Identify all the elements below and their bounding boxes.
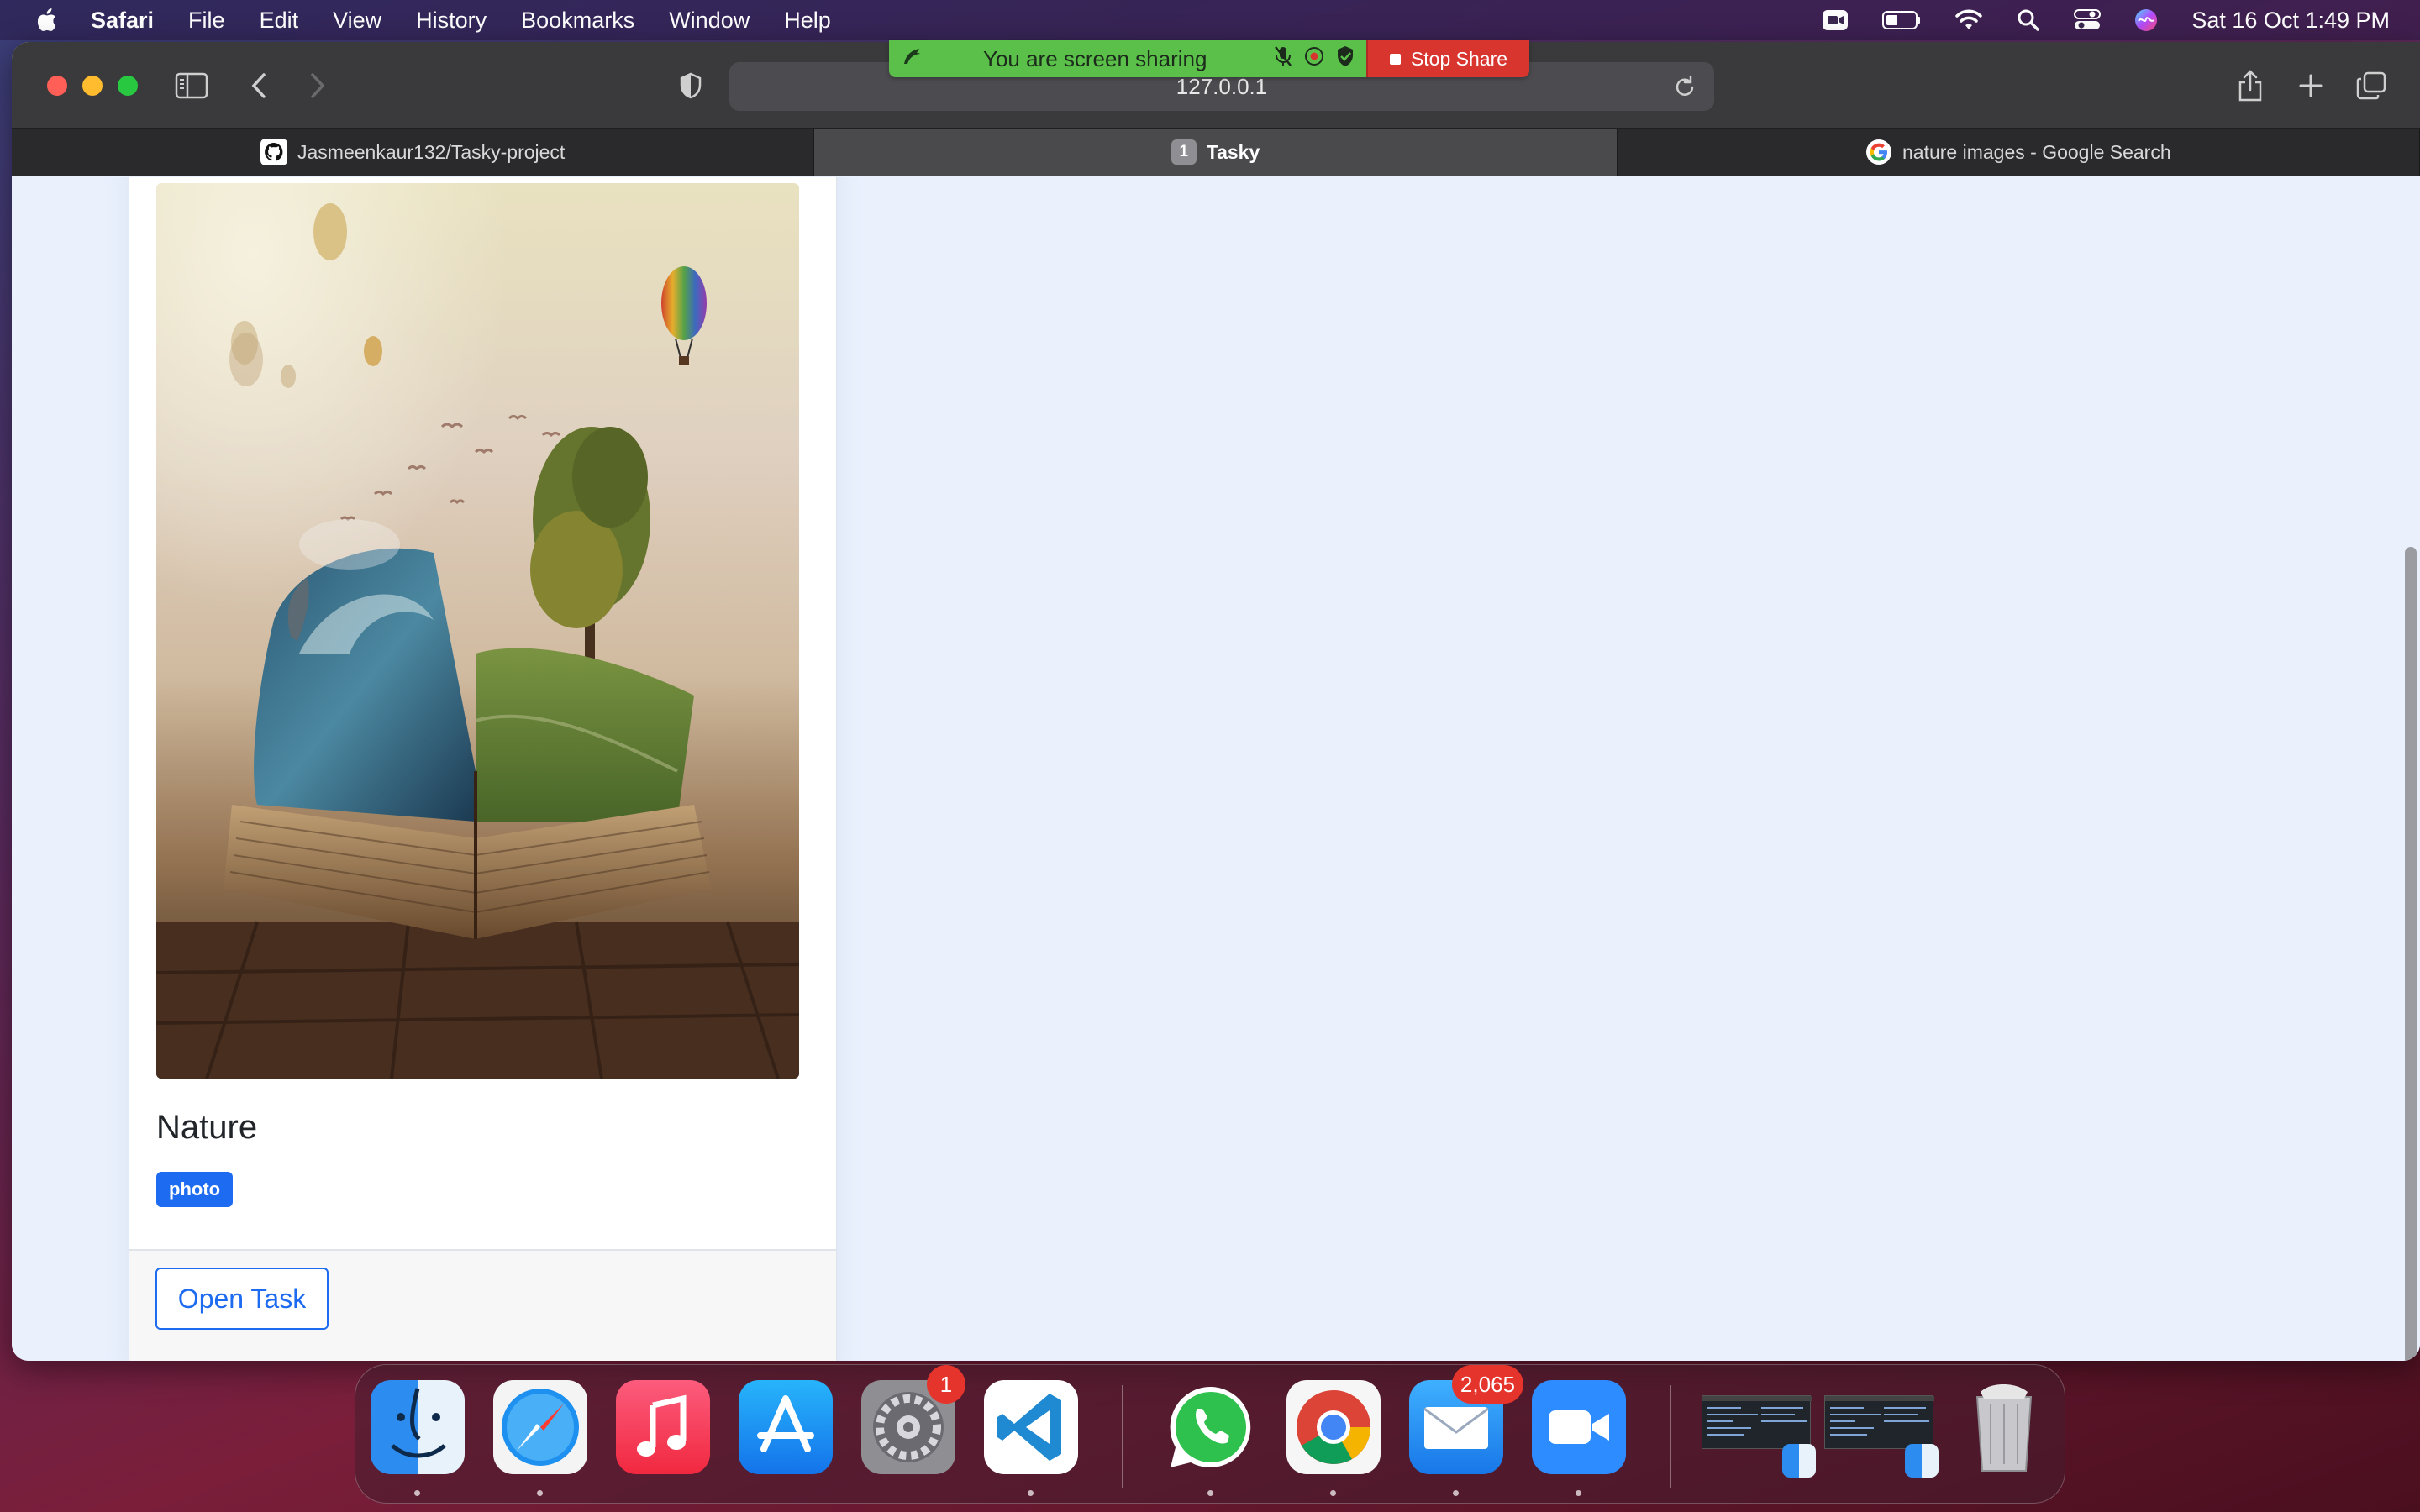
dock-trash[interactable] (1954, 1377, 2054, 1478)
running-indicator (1028, 1490, 1034, 1496)
running-indicator (1207, 1490, 1213, 1496)
task-card: Nature photo Open Task (129, 177, 837, 1361)
github-icon (260, 139, 287, 165)
task-title: Nature (156, 1109, 258, 1146)
dock-mail[interactable]: 2,065 (1406, 1365, 1523, 1496)
finder-badge-icon (1905, 1444, 1939, 1478)
tab-tasky[interactable]: 1 Tasky (814, 129, 1618, 176)
menu-view[interactable]: View (333, 8, 381, 34)
dock: 1 2,065 (355, 1364, 2065, 1504)
reload-icon[interactable] (1674, 75, 1696, 102)
whatsapp-icon (1164, 1380, 1258, 1474)
dock-chrome[interactable] (1283, 1377, 1384, 1496)
siri-icon[interactable] (2134, 8, 2158, 32)
control-center-icon[interactable] (2074, 9, 2102, 31)
fullscreen-window-button[interactable] (118, 76, 138, 96)
google-icon (1865, 139, 1892, 165)
share-icon[interactable] (2230, 66, 2270, 106)
tab-bar: Jasmeenkaur132/Tasky-project 1 Tasky nat… (12, 129, 2420, 176)
tab-overview-icon[interactable] (2351, 66, 2391, 106)
dock-whatsapp[interactable] (1160, 1377, 1261, 1496)
menu-window[interactable]: Window (669, 8, 750, 34)
menu-bar-clock[interactable]: Sat 16 Oct 1:49 PM (2191, 8, 2390, 34)
menu-bar: Safari File Edit View History Bookmarks … (0, 0, 2420, 40)
dock-minimized-window-2[interactable] (1823, 1377, 1939, 1478)
safari-window: 127.0.0.1 Jasmeenkaur132/Tasky-project 1… (12, 42, 2420, 1361)
stop-share-button[interactable]: Stop Share (1366, 40, 1529, 77)
tab-label: Tasky (1206, 140, 1260, 163)
sidebar-toggle-icon[interactable] (171, 66, 212, 106)
dock-separator (1122, 1385, 1123, 1488)
finder-icon (371, 1380, 465, 1474)
menu-history[interactable]: History (416, 8, 487, 34)
url-text: 127.0.0.1 (1176, 74, 1268, 99)
running-indicator (1453, 1490, 1459, 1496)
finder-badge-icon (1782, 1444, 1816, 1478)
vscode-icon (984, 1380, 1078, 1474)
menu-file[interactable]: File (188, 8, 225, 34)
task-tag-badge: photo (156, 1172, 234, 1207)
dock-minimized-window-1[interactable] (1700, 1377, 1816, 1478)
menu-help[interactable]: Help (784, 8, 831, 34)
system-preferences-badge: 1 (927, 1365, 965, 1404)
spotlight-search-icon[interactable] (2017, 8, 2040, 32)
music-icon (616, 1380, 710, 1474)
open-task-button[interactable]: Open Task (155, 1268, 329, 1330)
menu-app-name[interactable]: Safari (91, 8, 154, 34)
screen-share-status[interactable]: You are screen sharing (889, 40, 1366, 77)
screen-share-text: You are screen sharing (983, 45, 1207, 71)
tab-github[interactable]: Jasmeenkaur132/Tasky-project (12, 129, 815, 176)
tab-label: Jasmeenkaur132/Tasky-project (297, 140, 566, 163)
privacy-report-icon[interactable] (671, 66, 711, 106)
chrome-icon (1286, 1380, 1381, 1474)
mail-badge: 2,065 (1451, 1365, 1523, 1404)
dock-safari[interactable] (490, 1377, 591, 1496)
tab-google-search[interactable]: nature images - Google Search (1618, 129, 2420, 176)
window-controls (47, 76, 138, 96)
running-indicator (1576, 1490, 1581, 1496)
trash-icon (1957, 1380, 2051, 1474)
minimized-window-thumbnail (1702, 1395, 1812, 1449)
task-image (156, 183, 799, 1079)
dock-vscode[interactable] (981, 1377, 1081, 1496)
screen-share-banner: You are screen sharing Stop Share (889, 40, 1529, 77)
zoom-status-icon[interactable] (1822, 9, 1849, 31)
zoom-icon (1532, 1380, 1626, 1474)
close-window-button[interactable] (47, 76, 67, 96)
menu-edit[interactable]: Edit (260, 8, 299, 34)
safari-icon (493, 1380, 587, 1474)
app-store-icon (739, 1380, 833, 1474)
minimize-window-button[interactable] (82, 76, 103, 96)
tab-number-badge: 1 (1171, 139, 1197, 165)
mute-microphone-icon[interactable] (1274, 45, 1292, 73)
zoom-share-icon (901, 45, 923, 73)
page-content: Nature photo Open Task (12, 177, 2420, 1361)
menu-bookmarks[interactable]: Bookmarks (521, 8, 634, 34)
stop-icon (1389, 53, 1401, 65)
back-icon[interactable] (239, 66, 279, 106)
running-indicator (1330, 1490, 1336, 1496)
record-icon[interactable] (1304, 46, 1324, 72)
dock-music[interactable] (613, 1377, 713, 1478)
dock-separator (1670, 1385, 1671, 1488)
dock-app-store[interactable] (735, 1377, 836, 1478)
new-tab-icon[interactable] (2291, 66, 2331, 106)
apple-menu-icon[interactable] (37, 8, 57, 33)
dock-finder[interactable] (367, 1377, 468, 1496)
battery-icon[interactable] (1882, 10, 1921, 30)
running-indicator (414, 1490, 420, 1496)
stop-share-label: Stop Share (1410, 47, 1508, 70)
tab-label: nature images - Google Search (1902, 140, 2171, 163)
minimized-window-thumbnail (1824, 1395, 1934, 1449)
wifi-icon[interactable] (1954, 9, 1983, 31)
page-scrollbar[interactable] (2405, 547, 2417, 1361)
dock-system-preferences[interactable]: 1 (858, 1365, 965, 1478)
running-indicator (537, 1490, 543, 1496)
dock-zoom[interactable] (1528, 1377, 1629, 1496)
forward-icon[interactable] (297, 66, 338, 106)
card-footer: Open Task (129, 1249, 836, 1361)
security-shield-icon[interactable] (1336, 45, 1355, 73)
